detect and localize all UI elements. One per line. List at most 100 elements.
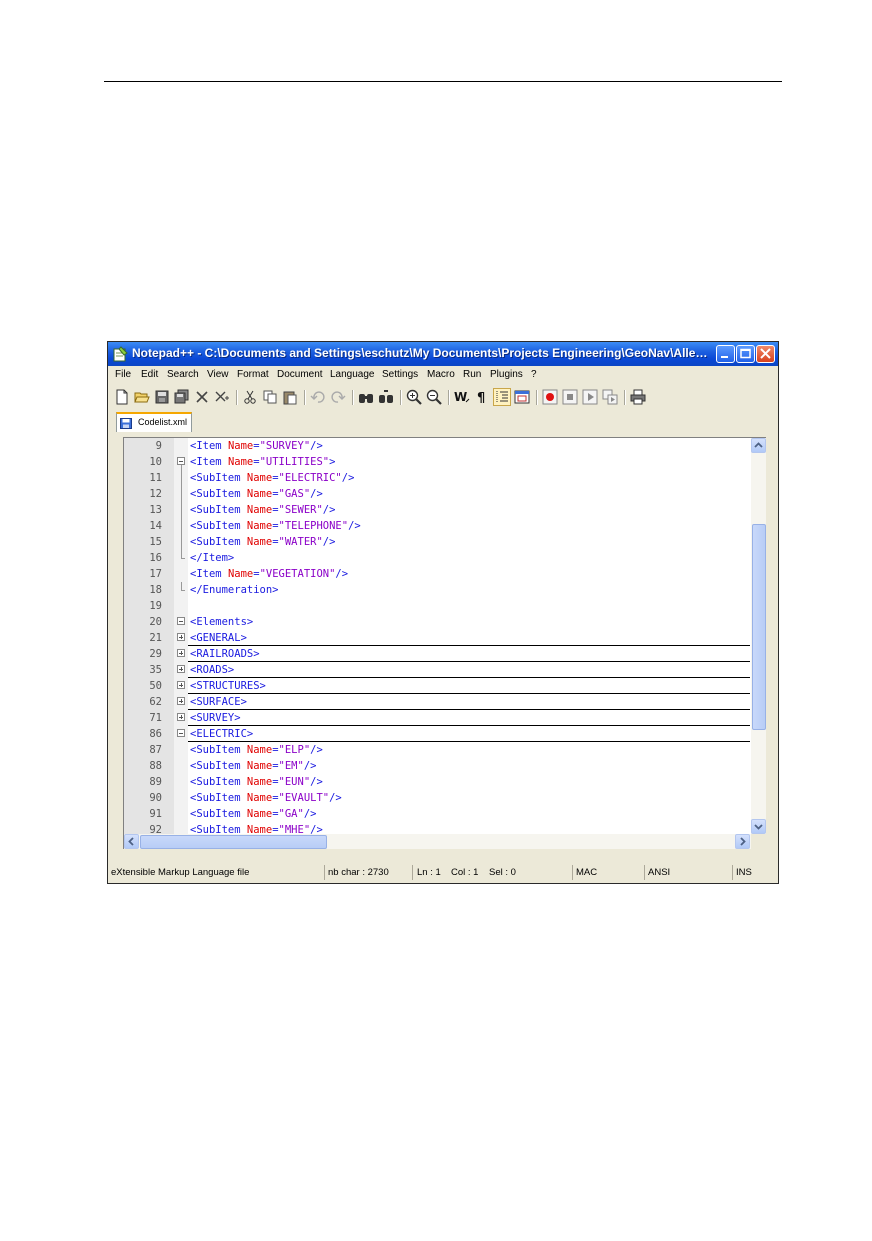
vertical-scrollbar[interactable] <box>751 438 766 834</box>
fold-expand-icon[interactable] <box>177 633 185 641</box>
code-line[interactable]: 11 <SubItem Name="ELECTRIC"/> <box>124 470 750 486</box>
token-attr: Name <box>246 776 273 788</box>
menu-run[interactable]: Run <box>463 369 481 380</box>
line-number: 11 <box>149 472 162 484</box>
token-attr: Name <box>246 536 273 548</box>
code-line[interactable]: 13 <SubItem Name="SEWER"/> <box>124 502 750 518</box>
menu-view[interactable]: View <box>207 369 229 380</box>
code-line[interactable]: 88 <SubItem Name="EM"/> <box>124 758 750 774</box>
token-attr: Name <box>246 760 273 772</box>
paste-icon[interactable] <box>282 389 298 405</box>
code-line[interactable]: 17 <Item Name="VEGETATION"/> <box>124 566 750 582</box>
status-file-type: eXtensible Markup Language file <box>111 867 250 878</box>
menu-search[interactable]: Search <box>167 369 199 380</box>
code-line[interactable]: 12 <SubItem Name="GAS"/> <box>124 486 750 502</box>
find-icon[interactable] <box>358 389 374 405</box>
indent-guide-icon[interactable] <box>493 388 511 406</box>
record-macro-icon[interactable] <box>542 389 558 405</box>
token-tag-close: /> <box>303 760 317 772</box>
fold-expand-icon[interactable] <box>177 697 185 705</box>
save-all-icon[interactable] <box>174 389 190 405</box>
copy-icon[interactable] <box>262 389 278 405</box>
menu-settings[interactable]: Settings <box>382 369 418 380</box>
menu-format[interactable]: Format <box>237 369 269 380</box>
fold-expand-icon[interactable] <box>177 649 185 657</box>
zoom-out-icon[interactable] <box>426 389 442 405</box>
status-encoding[interactable]: ANSI <box>644 865 726 880</box>
code-line[interactable]: 19 <box>124 598 750 614</box>
code-line[interactable]: 89 <SubItem Name="EUN"/> <box>124 774 750 790</box>
close-all-icon[interactable] <box>214 389 230 405</box>
scroll-right-button[interactable] <box>735 834 750 849</box>
vertical-scroll-thumb[interactable] <box>752 524 766 730</box>
fold-expand-icon[interactable] <box>177 713 185 721</box>
code-line[interactable]: 91 <SubItem Name="GA"/> <box>124 806 750 822</box>
scroll-up-button[interactable] <box>751 438 766 453</box>
menu-document[interactable]: Document <box>277 369 323 380</box>
token-val: "EVAULT" <box>278 792 330 804</box>
menu-plugins[interactable]: Plugins <box>490 369 523 380</box>
horizontal-scroll-thumb[interactable] <box>140 835 327 849</box>
code-line[interactable]: 87 <SubItem Name="ELP"/> <box>124 742 750 758</box>
zoom-in-icon[interactable] <box>406 389 422 405</box>
line-number: 91 <box>149 808 162 820</box>
code-line[interactable]: 29 <RAILROADS> <box>124 646 750 662</box>
show-all-chars-icon[interactable]: ¶ <box>474 389 490 405</box>
menu-file[interactable]: File <box>115 369 131 380</box>
wrap-icon[interactable]: W <box>454 389 470 405</box>
menu-language[interactable]: Language <box>330 369 375 380</box>
minimize-button[interactable] <box>716 345 735 363</box>
code-line[interactable]: 14 <SubItem Name="TELEPHONE"/> <box>124 518 750 534</box>
code-line[interactable]: 86 <ELECTRIC> <box>124 726 750 742</box>
fold-collapse-icon[interactable] <box>177 457 185 465</box>
save-icon[interactable] <box>154 389 170 405</box>
fold-expand-icon[interactable] <box>177 665 185 673</box>
fold-expand-icon[interactable] <box>177 681 185 689</box>
title-bar[interactable]: Notepad++ - C:\Documents and Settings\es… <box>108 342 778 366</box>
code-line[interactable]: 62 <SURFACE> <box>124 694 750 710</box>
close-icon[interactable] <box>194 389 210 405</box>
redo-icon[interactable] <box>330 389 346 405</box>
code-line[interactable]: 20 <Elements> <box>124 614 750 630</box>
code-line[interactable]: 90 <SubItem Name="EVAULT"/> <box>124 790 750 806</box>
code-line[interactable]: 15 <SubItem Name="WATER"/> <box>124 534 750 550</box>
code-line[interactable]: 18 </Enumeration> <box>124 582 750 598</box>
close-window-button[interactable] <box>756 345 775 363</box>
code-line[interactable]: 35 <ROADS> <box>124 662 750 678</box>
code-text: </Enumeration> <box>190 584 279 596</box>
scroll-down-button[interactable] <box>751 819 766 834</box>
fold-collapse-icon[interactable] <box>177 729 185 737</box>
toolbar-separator <box>352 390 353 405</box>
print-icon[interactable] <box>630 389 646 405</box>
code-line[interactable]: 16 </Item> <box>124 550 750 566</box>
status-eol-format[interactable]: MAC <box>572 865 636 880</box>
menu-edit[interactable]: Edit <box>141 369 158 380</box>
new-icon[interactable] <box>114 389 130 405</box>
play-macro-icon[interactable] <box>582 389 598 405</box>
scroll-left-button[interactable] <box>124 834 139 849</box>
undo-icon[interactable] <box>310 389 326 405</box>
menu-macro[interactable]: Macro <box>427 369 455 380</box>
fold-collapse-icon[interactable] <box>177 617 185 625</box>
code-line[interactable]: 50 <STRUCTURES> <box>124 678 750 694</box>
horizontal-scrollbar[interactable] <box>124 834 751 849</box>
menu-help[interactable]: ? <box>531 369 537 380</box>
line-number: 14 <box>149 520 162 532</box>
line-number: 88 <box>149 760 162 772</box>
user-lang-icon[interactable] <box>514 389 530 405</box>
stop-record-icon[interactable] <box>562 389 578 405</box>
run-multiple-icon[interactable] <box>602 389 618 405</box>
code-line[interactable]: 10 <Item Name="UTILITIES"> <box>124 454 750 470</box>
maximize-button[interactable] <box>736 345 755 363</box>
code-area[interactable]: 9 <Item Name="SURVEY"/> 10 <Item Name="UTIL… <box>124 438 750 836</box>
open-icon[interactable] <box>134 389 150 405</box>
replace-icon[interactable] <box>378 389 394 405</box>
code-line[interactable]: 21 <GENERAL> <box>124 630 750 646</box>
tab-codelist-xml[interactable]: Codelist.xml <box>116 412 192 432</box>
line-number: 90 <box>149 792 162 804</box>
token-attr: Name <box>246 792 273 804</box>
code-line[interactable]: 71 <SURVEY> <box>124 710 750 726</box>
code-editor[interactable]: 9 <Item Name="SURVEY"/> 10 <Item Name="UTIL… <box>123 437 766 849</box>
cut-icon[interactable] <box>242 389 258 405</box>
code-line[interactable]: 9 <Item Name="SURVEY"/> <box>124 438 750 454</box>
